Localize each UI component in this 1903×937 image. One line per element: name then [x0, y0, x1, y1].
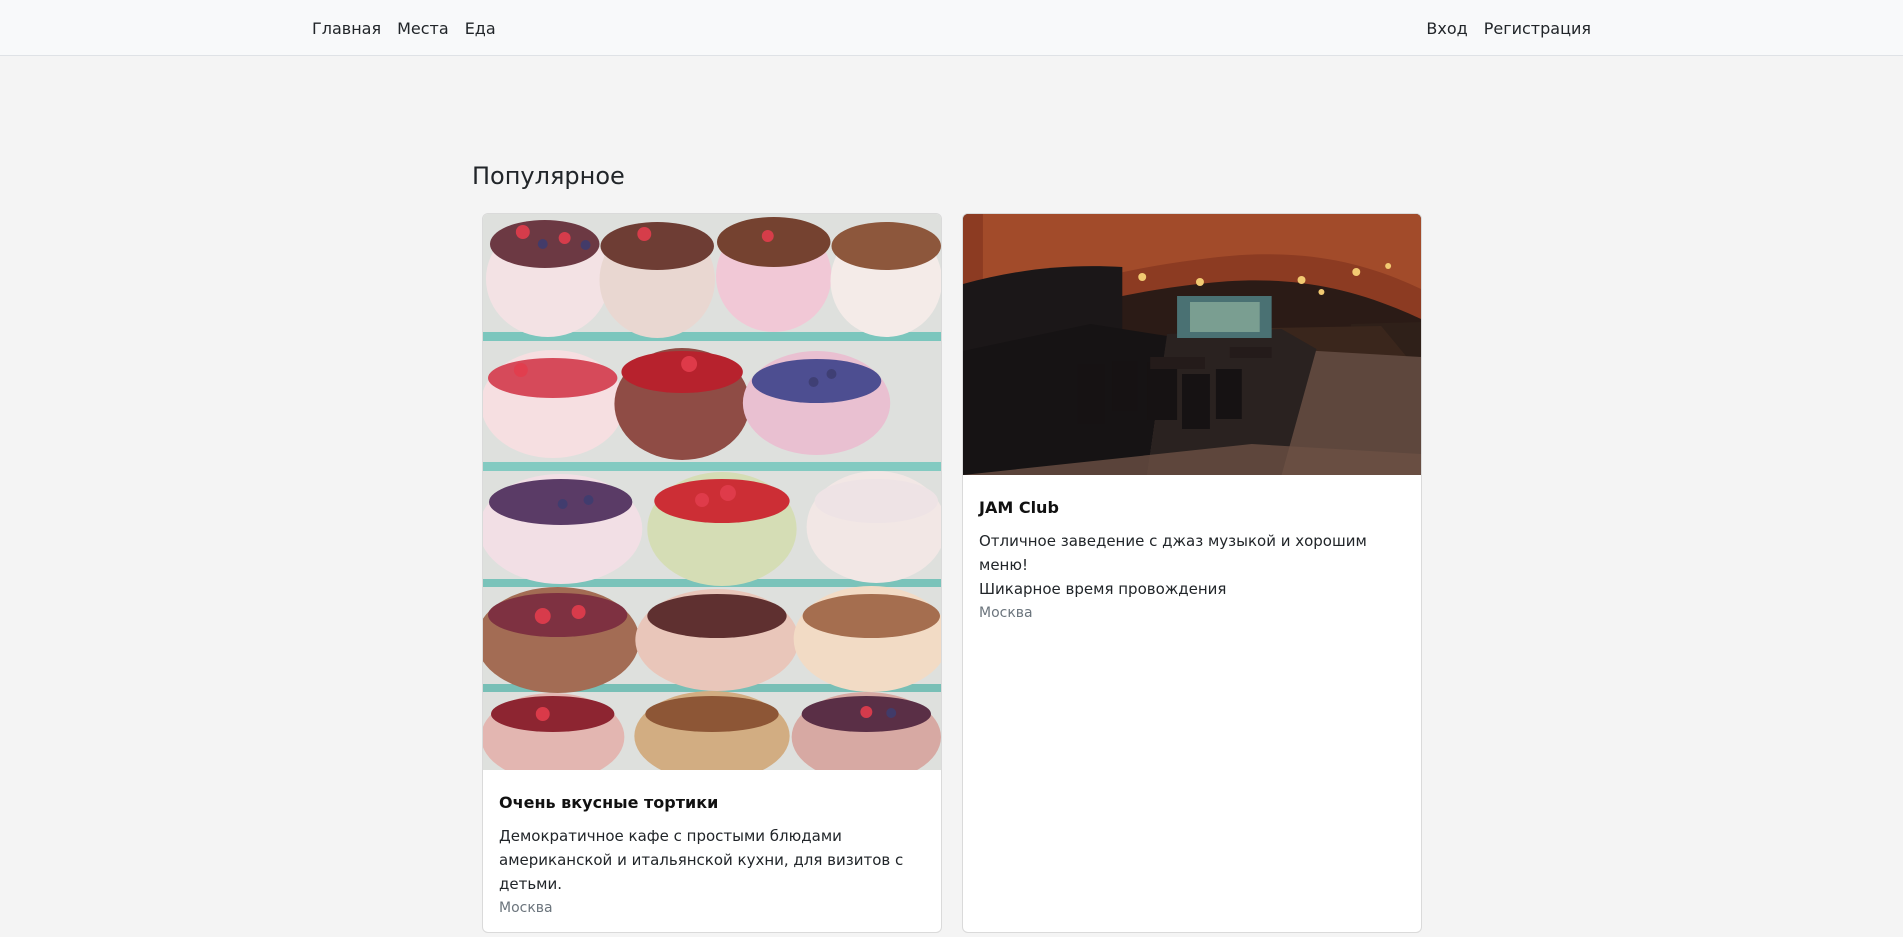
place-card-description: Отличное заведение с джаз музыкой и хоро… — [979, 532, 1367, 598]
top-navbar: Главная Места Еда Вход Регистрация — [0, 0, 1903, 56]
nav-places-link[interactable]: Места — [397, 18, 449, 39]
popular-section-title: Популярное — [472, 162, 625, 190]
login-link[interactable]: Вход — [1426, 18, 1467, 39]
place-card-jam-club-body: JAM Club Отличное заведение с джаз музык… — [979, 497, 1405, 623]
nav-food-link[interactable]: Еда — [465, 18, 496, 39]
nav-home-link[interactable]: Главная — [312, 18, 381, 39]
place-card-title: JAM Club — [979, 498, 1059, 517]
place-card-title: Очень вкусные тортики — [499, 793, 719, 812]
jazz-club-interior-photo — [963, 214, 1421, 475]
place-card-cakes[interactable]: Очень вкусные тортики Демократичное кафе… — [482, 213, 942, 933]
place-card-city: Москва — [499, 900, 553, 916]
auth-navigation: Вход Регистрация — [1426, 18, 1591, 39]
place-card-description: Демократичное кафе с простыми блюдами ам… — [499, 827, 904, 893]
place-card-city: Москва — [979, 605, 1033, 621]
jazz-club-illustration — [963, 214, 1421, 475]
place-card-cakes-body: Очень вкусные тортики Демократичное кафе… — [499, 792, 925, 918]
main-navigation: Главная Места Еда — [312, 18, 496, 39]
place-card-jam-club[interactable]: JAM Club Отличное заведение с джаз музык… — [962, 213, 1422, 933]
cake-display-illustration — [483, 214, 941, 770]
cake-display-photo — [483, 214, 941, 770]
register-link[interactable]: Регистрация — [1484, 18, 1591, 39]
